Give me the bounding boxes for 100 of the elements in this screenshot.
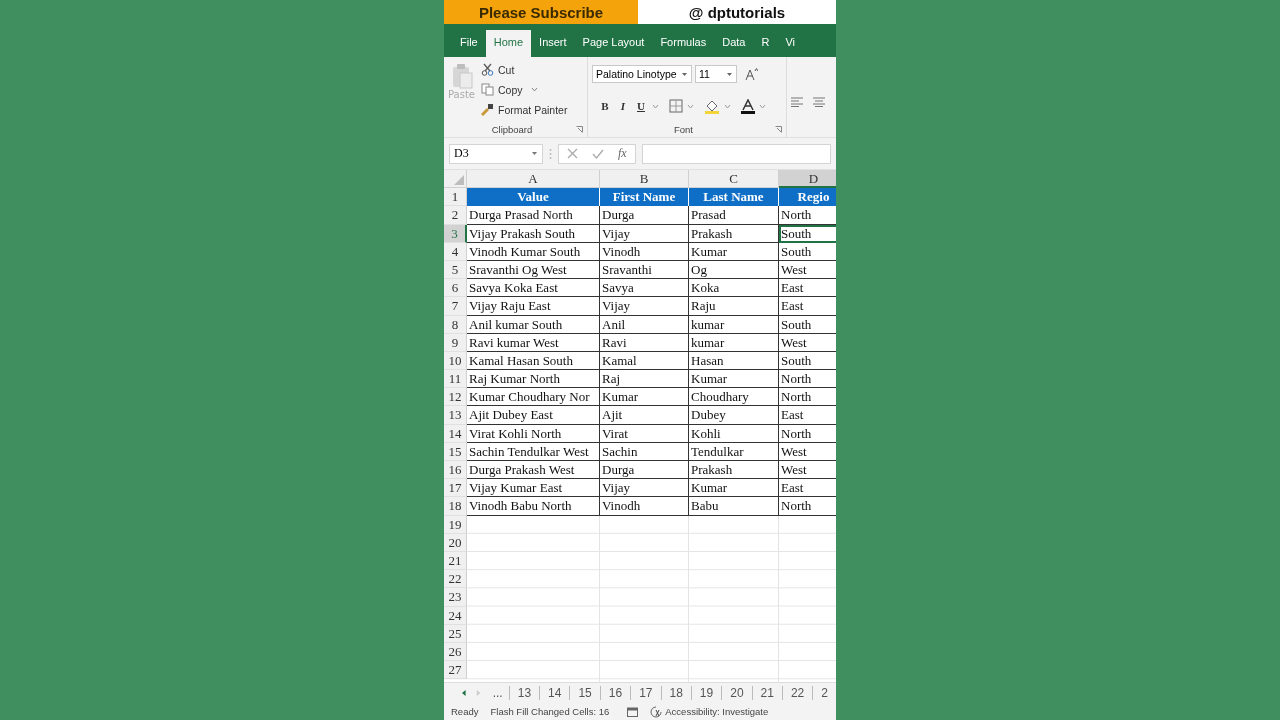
column-header[interactable]: C	[689, 170, 779, 189]
italic-button[interactable]: I	[616, 100, 630, 112]
caret-icon	[530, 87, 538, 92]
header-cell: Regio	[779, 188, 836, 207]
table-cell: Vijay	[600, 479, 689, 498]
row-header[interactable]: 13	[444, 406, 467, 425]
row-header[interactable]: 27	[444, 661, 467, 680]
select-all-button[interactable]	[444, 170, 467, 189]
row-header[interactable]: 2	[444, 206, 467, 225]
cut-button[interactable]: Cut	[481, 61, 568, 78]
ribbon-tab[interactable]: File	[452, 30, 486, 57]
column-header[interactable]: D	[779, 170, 836, 189]
dialog-launcher-icon	[576, 125, 583, 133]
row-header[interactable]: 12	[444, 388, 467, 407]
caret-icon	[531, 151, 538, 156]
font-color-icon	[741, 98, 755, 114]
caret-icon	[652, 103, 659, 109]
align-center-icon	[813, 97, 825, 107]
table-cell: Durga Prakash West	[467, 461, 600, 480]
row-header[interactable]: 1	[444, 188, 467, 207]
table-cell: North	[779, 497, 836, 516]
table-cell: Vinodh Babu North	[467, 497, 600, 516]
group-label: Font	[674, 123, 693, 135]
table-cell: Kumar Choudhary Nor	[467, 388, 600, 407]
sheet-tab[interactable]: 21	[751, 686, 782, 700]
fill-color-icon	[704, 98, 720, 114]
row-header[interactable]: 11	[444, 370, 467, 389]
clipboard-icon	[450, 63, 473, 89]
ribbon-tab[interactable]: Data	[714, 30, 754, 57]
check-icon	[592, 148, 604, 159]
status-text: Flash Fill Changed Cells: 16	[490, 706, 610, 717]
dialog-launcher-icon	[775, 125, 782, 133]
table-cell: Ajit	[600, 406, 689, 425]
calendar-icon	[627, 706, 639, 717]
table-cell: East	[779, 297, 836, 316]
table-cell: Raj	[600, 370, 689, 389]
font-size-dropdown[interactable]: 11	[695, 65, 737, 83]
accessibility-button[interactable]: Accessibility: Investigate	[650, 705, 769, 718]
sheet-tab[interactable]: ...	[490, 686, 509, 700]
table-cell: East	[779, 406, 836, 425]
subscribe-banner: Please Subscribe	[444, 0, 638, 24]
table-cell: Raj Kumar North	[467, 370, 600, 389]
column-header[interactable]: B	[600, 170, 689, 189]
ribbon-tab[interactable]: Vi	[777, 30, 803, 57]
table-cell: Durga Prasad North	[467, 206, 600, 225]
brush-icon	[481, 103, 494, 116]
column-header[interactable]: A	[467, 170, 600, 189]
sheet-tab[interactable]: 2	[812, 686, 836, 700]
ribbon-tab[interactable]: R	[753, 30, 778, 57]
row-header[interactable]: 17	[444, 479, 467, 498]
table-cell: Prasad	[689, 206, 779, 225]
header-cell: Last Name	[689, 188, 779, 207]
sheet-tab[interactable]: 18	[660, 686, 691, 700]
triangle-icon	[454, 175, 464, 186]
sheet-tab[interactable]: 20	[721, 686, 752, 700]
status-text: Ready	[451, 706, 479, 717]
formula-input[interactable]	[641, 143, 831, 164]
group-label: Clipboard	[491, 123, 533, 135]
copy-icon	[481, 83, 494, 96]
ribbon-tab[interactable]: Home	[485, 30, 532, 57]
table-cell: Dubey	[689, 406, 779, 425]
table-cell: North	[779, 206, 836, 225]
table-cell: Vinodh	[600, 497, 689, 516]
sheet-tab[interactable]: 19	[690, 686, 722, 700]
copy-button[interactable]: Copy	[481, 81, 568, 98]
row-header[interactable]: 16	[444, 461, 467, 480]
row-header[interactable]: 23	[444, 588, 467, 607]
name-box[interactable]: D3	[449, 143, 543, 164]
font-name-dropdown[interactable]: Palatino Linotype	[592, 65, 692, 83]
sheet-tab[interactable]: 22	[781, 686, 813, 700]
row-header[interactable]: 6	[444, 279, 467, 298]
bold-button[interactable]: B	[598, 100, 612, 112]
sheet-tab[interactable]: 15	[569, 686, 600, 700]
sheet-tab[interactable]: 17	[630, 686, 661, 700]
table-cell: Choudhary	[689, 388, 779, 407]
table-cell: Kumar	[689, 370, 779, 389]
sheet-tab[interactable]: 14	[539, 686, 570, 700]
table-cell: Durga	[600, 461, 689, 480]
borders-icon	[669, 99, 683, 113]
caret-icon	[726, 71, 733, 77]
scissors-icon	[481, 63, 494, 76]
table-cell: North	[779, 388, 836, 407]
caret-icon	[724, 103, 731, 109]
underline-button[interactable]: U	[634, 100, 648, 112]
header-cell: First Name	[600, 188, 689, 207]
sheet-tab[interactable]: 13	[508, 686, 540, 700]
ribbon-tab[interactable]: Formulas	[652, 30, 715, 57]
ribbon-tab[interactable]: Insert	[531, 30, 575, 57]
table-cell: Koka	[689, 279, 779, 298]
format-painter-button[interactable]: Format Painter	[481, 101, 568, 118]
row-header[interactable]: 7	[444, 297, 467, 316]
table-cell: Raju	[689, 297, 779, 316]
row-header[interactable]: 22	[444, 570, 467, 589]
grip-icon	[549, 148, 552, 159]
insert-function-button[interactable]: fx	[618, 146, 627, 161]
sheet-tab[interactable]: 16	[599, 686, 631, 700]
header-cell: Value	[467, 188, 600, 207]
ribbon-tab[interactable]: Page Layout	[574, 30, 653, 57]
row-header[interactable]: 18	[444, 497, 467, 516]
table-cell: Savya	[600, 279, 689, 298]
